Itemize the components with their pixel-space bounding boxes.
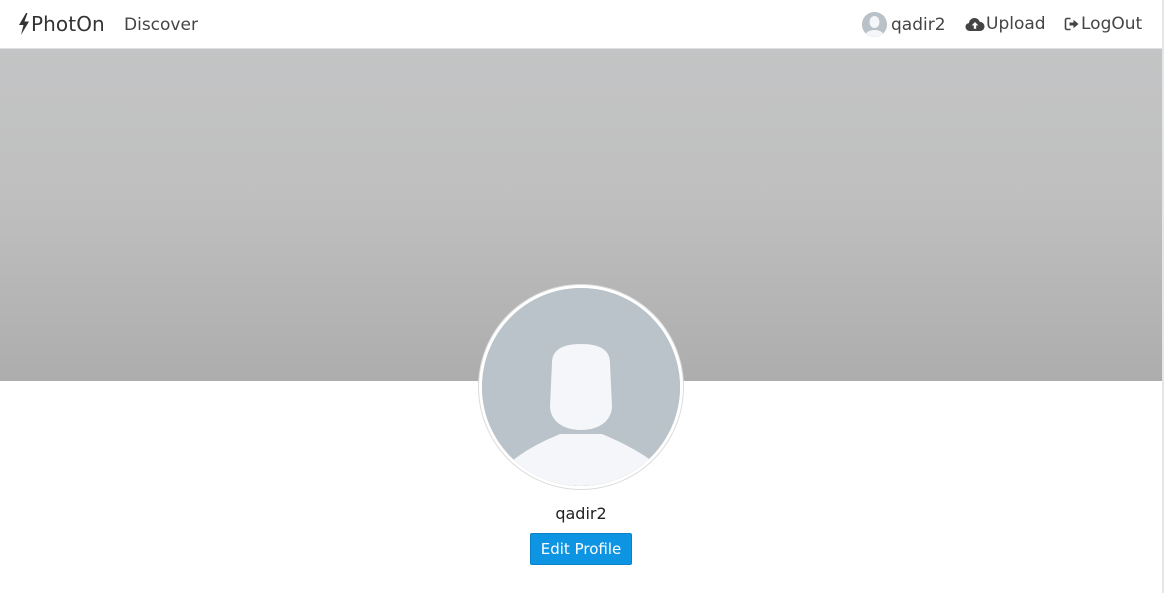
profile-username: qadir2 xyxy=(555,504,607,523)
brand-name: PhotOn xyxy=(31,12,105,36)
avatar-icon xyxy=(862,12,887,37)
sign-out-icon xyxy=(1064,17,1079,31)
default-user-avatar-icon xyxy=(482,288,680,486)
nav-logout-link[interactable]: LogOut xyxy=(1064,12,1142,36)
profile-page: PhotOn Discover qadir2 Upload LogOut qad… xyxy=(0,0,1164,593)
bolt-icon xyxy=(19,13,29,35)
nav-discover-link[interactable]: Discover xyxy=(124,14,198,36)
edit-profile-button[interactable]: Edit Profile xyxy=(530,533,632,565)
brand-logo-link[interactable]: PhotOn xyxy=(18,11,105,37)
nav-upload-link[interactable]: Upload xyxy=(965,12,1046,36)
profile-avatar xyxy=(479,285,683,489)
nav-user-link[interactable]: qadir2 xyxy=(862,12,946,37)
nav-username: qadir2 xyxy=(891,14,946,35)
cloud-upload-icon xyxy=(965,18,985,31)
nav-logout-label: LogOut xyxy=(1081,14,1143,34)
top-navbar: PhotOn Discover qadir2 Upload LogOut xyxy=(0,0,1162,49)
nav-upload-label: Upload xyxy=(986,14,1046,34)
